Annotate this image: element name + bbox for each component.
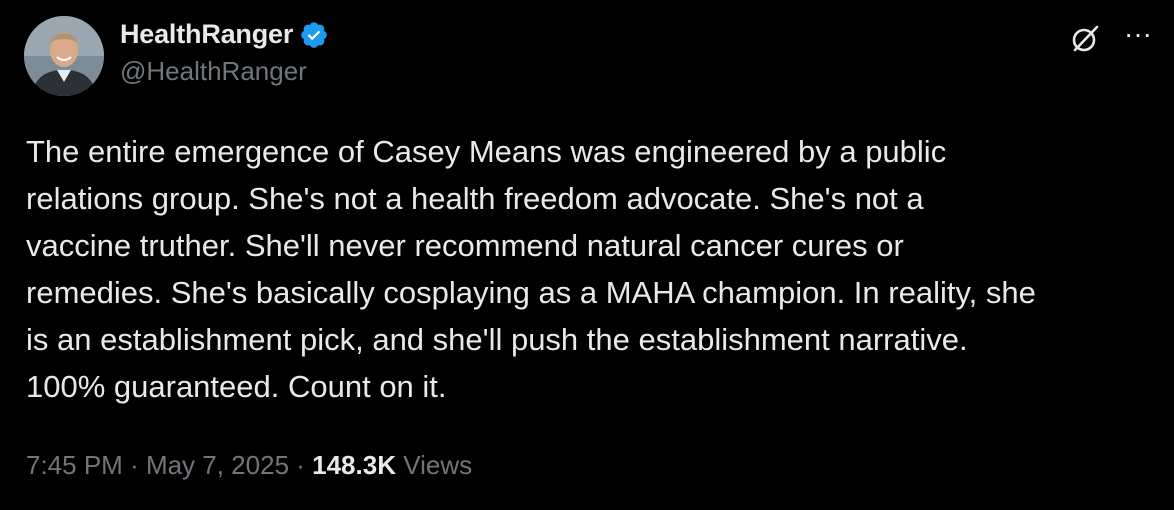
author-handle[interactable]: @HealthRanger bbox=[120, 56, 329, 87]
top-actions: ··· bbox=[1068, 20, 1152, 56]
tweet-header: HealthRanger @HealthRanger bbox=[24, 16, 329, 96]
name-row: HealthRanger bbox=[120, 19, 329, 50]
tweet-meta: 7:45 PM · May 7, 2025 · 148.3K Views bbox=[26, 450, 472, 481]
author-names: HealthRanger @HealthRanger bbox=[120, 19, 329, 87]
display-name[interactable]: HealthRanger bbox=[120, 19, 293, 50]
tweet-text: The entire emergence of Casey Means was … bbox=[26, 134, 1036, 404]
tweet-date[interactable]: May 7, 2025 bbox=[146, 450, 289, 481]
more-options-icon[interactable]: ··· bbox=[1124, 20, 1152, 48]
tweet-card: HealthRanger @HealthRanger ··· The entir… bbox=[0, 0, 1174, 510]
tweet-time[interactable]: 7:45 PM bbox=[26, 450, 123, 481]
views-count[interactable]: 148.3K bbox=[312, 450, 396, 481]
grok-icon[interactable] bbox=[1068, 22, 1102, 56]
views-label: Views bbox=[395, 450, 473, 480]
meta-separator: · bbox=[289, 450, 313, 480]
verified-badge-icon[interactable] bbox=[299, 20, 329, 50]
meta-separator: · bbox=[122, 450, 146, 480]
avatar[interactable] bbox=[24, 16, 104, 96]
